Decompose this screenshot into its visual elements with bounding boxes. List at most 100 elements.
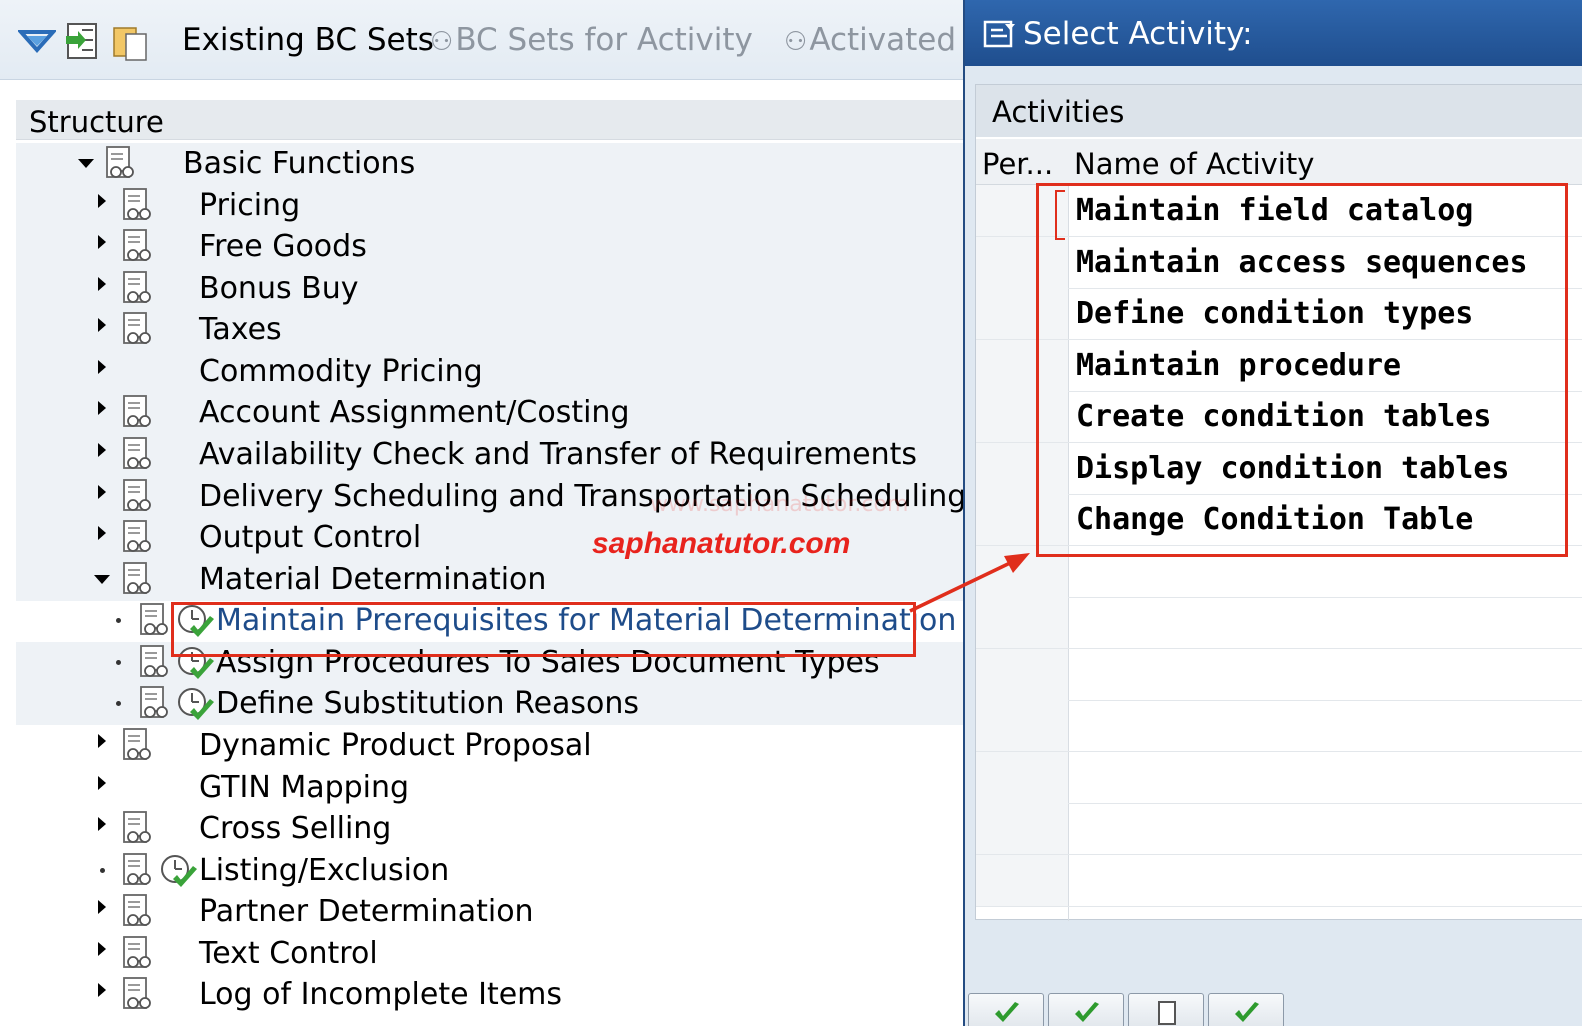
tree-node-label: Cross Selling <box>199 811 392 846</box>
expand-arrow-icon[interactable] <box>98 194 106 208</box>
tree-node[interactable]: Material Determination <box>16 559 965 601</box>
tree-node[interactable]: Bonus Buy <box>16 268 965 310</box>
tree-node-label: GTIN Mapping <box>199 770 410 805</box>
execute-activity-icon[interactable] <box>176 686 216 724</box>
tree-node-label: Listing/Exclusion <box>199 853 450 888</box>
toolbar: Existing BC Sets ⚇BC Sets for Activity ⚇… <box>0 0 965 80</box>
dialog-title-text: Select Activity: <box>1023 16 1253 52</box>
expand-arrow-icon[interactable] <box>98 942 106 956</box>
bc-set-document-icon <box>121 852 155 890</box>
table-title: Activities <box>976 85 1582 137</box>
glasses-icon: ⚇ <box>784 27 808 57</box>
tree-node[interactable]: Partner Determination <box>16 891 965 933</box>
tree-node[interactable]: Basic Functions <box>16 143 965 185</box>
structure-header: Structure <box>16 100 965 140</box>
activated-button[interactable]: ⚇Activated <box>784 22 956 58</box>
bc-set-document-icon <box>121 727 155 765</box>
column-header-name-of-activity[interactable]: Name of Activity <box>1074 139 1314 189</box>
text-cursor <box>1055 190 1065 240</box>
column-header-per[interactable]: Per... <box>976 139 1066 189</box>
collapse-arrow-icon[interactable] <box>94 575 110 584</box>
tree-node[interactable]: Log of Incomplete Items <box>16 974 965 1016</box>
table-row[interactable] <box>976 803 1582 855</box>
expand-arrow-icon[interactable] <box>98 776 106 790</box>
bc-set-document-icon <box>138 602 172 640</box>
cell-per <box>976 854 1068 906</box>
glasses-icon: ⚇ <box>430 27 454 57</box>
expand-arrow-icon[interactable] <box>98 360 106 374</box>
tree-node-label: Free Goods <box>199 229 367 264</box>
bc-set-document-icon <box>121 270 155 308</box>
bc-set-document-icon <box>121 935 155 973</box>
bc-set-document-icon <box>121 228 155 266</box>
expand-arrow-icon[interactable] <box>98 443 106 457</box>
expand-arrow-icon[interactable] <box>98 277 106 291</box>
select-subtree-icon[interactable] <box>64 20 102 62</box>
expand-arrow-icon[interactable] <box>98 526 106 540</box>
bc-set-document-icon <box>104 145 138 183</box>
watermark: saphanatutor.com <box>592 527 851 560</box>
leaf-bullet-icon <box>116 660 121 665</box>
bc-set-document-icon <box>121 311 155 349</box>
leaf-bullet-icon <box>116 618 121 623</box>
tree-node-label: Material Determination <box>199 562 547 597</box>
tree-node[interactable]: Cross Selling <box>16 808 965 850</box>
tree-node[interactable]: GTIN Mapping <box>16 767 965 809</box>
table-row[interactable] <box>976 597 1582 649</box>
green-check-icon <box>995 1002 1019 1022</box>
collapse-arrow-icon[interactable] <box>78 159 94 168</box>
execute-activity-icon[interactable] <box>159 853 199 891</box>
tree-node-label: Text Control <box>199 936 378 971</box>
expand-arrow-icon[interactable] <box>98 734 106 748</box>
expand-arrow-icon[interactable] <box>98 401 106 415</box>
tree-node[interactable]: Define Substitution Reasons <box>16 683 965 725</box>
bc-set-document-icon <box>121 976 155 1014</box>
bc-set-document-icon <box>121 810 155 848</box>
bc-set-document-icon <box>121 478 155 516</box>
continue-button[interactable] <box>968 993 1044 1026</box>
tree-node-label: Taxes <box>199 312 282 347</box>
highlight-box-activities <box>1036 183 1568 557</box>
bc-set-document-icon <box>121 893 155 931</box>
expand-all-icon[interactable] <box>18 20 56 62</box>
cell-per <box>976 803 1068 854</box>
expand-arrow-icon[interactable] <box>98 817 106 831</box>
tree-node-label: Define Substitution Reasons <box>216 686 640 721</box>
choose-button[interactable] <box>1048 993 1124 1026</box>
cancel-button[interactable] <box>1208 993 1284 1026</box>
tree-node-label: Pricing <box>199 188 301 223</box>
expand-arrow-icon[interactable] <box>98 900 106 914</box>
choose-icon <box>1075 1002 1099 1022</box>
table-row[interactable] <box>976 751 1582 804</box>
existing-bc-sets-button[interactable]: Existing BC Sets <box>182 22 434 58</box>
expand-arrow-icon[interactable] <box>98 235 106 249</box>
tree-node[interactable]: Dynamic Product Proposal <box>16 725 965 767</box>
cancel-icon <box>1235 1002 1259 1022</box>
table-row[interactable] <box>976 700 1582 752</box>
cell-per <box>976 648 1068 700</box>
document-button[interactable] <box>1128 993 1204 1026</box>
table-row[interactable] <box>976 648 1582 701</box>
tree-node[interactable]: Availability Check and Transfer of Requi… <box>16 434 965 476</box>
tree-node[interactable]: Listing/Exclusion <box>16 850 965 892</box>
tree-node[interactable]: Account Assignment/Costing <box>16 392 965 434</box>
paste-icon[interactable] <box>112 20 150 62</box>
bc-set-document-icon <box>121 394 155 432</box>
bc-set-document-icon <box>121 436 155 474</box>
bc-set-document-icon <box>121 519 155 557</box>
tree-node[interactable]: Taxes <box>16 309 965 351</box>
highlight-box-activity <box>171 602 916 657</box>
expand-arrow-icon[interactable] <box>98 485 106 499</box>
bc-sets-for-activity-button[interactable]: ⚇BC Sets for Activity <box>430 22 753 58</box>
tree-node-label: Dynamic Product Proposal <box>199 728 592 763</box>
tree-node[interactable]: Commodity Pricing <box>16 351 965 393</box>
document-icon <box>1158 1001 1176 1025</box>
expand-arrow-icon[interactable] <box>98 983 106 997</box>
expand-arrow-icon[interactable] <box>98 318 106 332</box>
tree-node-label: Availability Check and Transfer of Requi… <box>199 437 918 472</box>
table-row[interactable] <box>976 854 1582 907</box>
tree-node[interactable]: Pricing <box>16 185 965 227</box>
tree-node[interactable]: Free Goods <box>16 226 965 268</box>
tree-node[interactable]: Text Control <box>16 933 965 975</box>
dialog-button-bar <box>968 993 1582 1026</box>
